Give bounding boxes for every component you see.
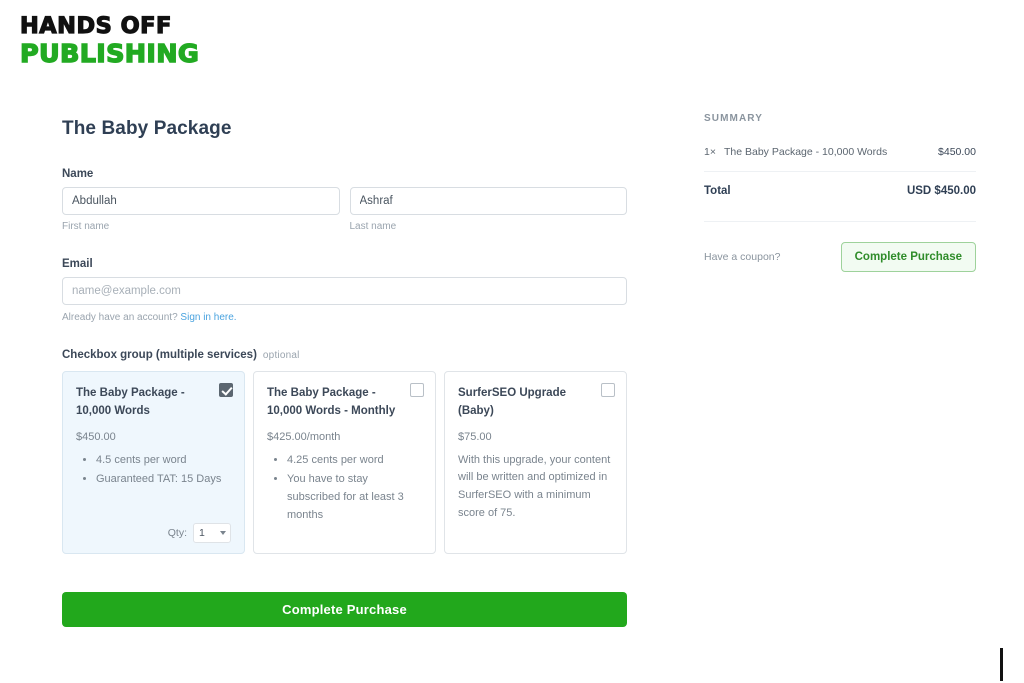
optional-tag: optional — [262, 350, 300, 361]
last-name-group: Last name — [349, 187, 627, 232]
logo-line-hands-off: HANDS OFF — [19, 14, 172, 39]
name-row: First name Last name — [62, 187, 627, 232]
checkbox-icon-unchecked[interactable] — [410, 383, 424, 397]
card-bullet-list: 4.5 cents per word Guaranteed TAT: 15 Da… — [76, 452, 231, 492]
email-label: Email — [62, 258, 93, 270]
card-title: The Baby Package - 10,000 Words — [76, 387, 185, 417]
summary-total-value: USD $450.00 — [906, 185, 976, 197]
summary-line-item: 1× The Baby Package - 10,000 Words $450.… — [704, 146, 976, 172]
list-item: 4.25 cents per word — [287, 452, 422, 470]
card-price: $425.00/month — [267, 430, 341, 443]
name-label: Name — [62, 168, 94, 180]
card-price: $450.00 — [76, 430, 116, 443]
checkbox-icon-checked[interactable] — [219, 383, 233, 397]
summary-item-amount: $450.00 — [938, 146, 976, 158]
checkout-form: The Baby Package Name First name Last na… — [62, 118, 627, 627]
first-name-input[interactable] — [62, 187, 340, 215]
sign-in-link[interactable]: Sign in here. — [180, 312, 236, 323]
list-item: Guaranteed TAT: 15 Days — [96, 471, 231, 489]
last-name-input[interactable] — [349, 187, 627, 215]
first-name-helper: First name — [62, 221, 110, 232]
logo-line-publishing: PUBLISHING — [19, 39, 200, 68]
complete-purchase-button[interactable]: Complete Purchase — [62, 592, 627, 627]
order-summary: SUMMARY 1× The Baby Package - 10,000 Wor… — [704, 113, 976, 272]
card-title: SurferSEO Upgrade (Baby) — [458, 387, 566, 417]
checkbox-icon-unchecked[interactable] — [601, 383, 615, 397]
list-item: You have to stay subscribed for at least… — [287, 471, 422, 524]
card-bullet-list: 4.25 cents per word You have to stay sub… — [267, 452, 422, 527]
site-logo[interactable]: HANDS OFF PUBLISHING — [19, 14, 200, 68]
signin-note: Already have an account? Sign in here. — [62, 312, 627, 323]
summary-item-qty: 1× — [704, 146, 716, 158]
quantity-select[interactable]: 1 — [193, 523, 231, 543]
first-name-group: First name — [62, 187, 340, 232]
summary-total-row: Total USD $450.00 — [704, 172, 976, 222]
checkout-page: HANDS OFF PUBLISHING The Baby Package Na… — [0, 0, 1024, 683]
card-price: $75.00 — [458, 430, 492, 443]
chevron-down-icon — [220, 531, 226, 535]
signin-note-text: Already have an account? — [62, 312, 178, 323]
service-card-baby-package[interactable]: The Baby Package - 10,000 Words $450.00 … — [62, 371, 245, 554]
quantity-row: Qty: 1 — [76, 511, 231, 543]
summary-heading: SUMMARY — [704, 113, 763, 124]
page-edge-marker — [1000, 648, 1003, 681]
list-item: 4.5 cents per word — [96, 452, 231, 470]
checkbox-group-label-text: Checkbox group (multiple services) — [62, 349, 257, 361]
summary-total-label: Total — [704, 185, 731, 197]
last-name-helper: Last name — [349, 221, 397, 232]
quantity-label: Qty: — [167, 527, 187, 539]
service-card-surferseo-upgrade[interactable]: SurferSEO Upgrade (Baby) $75.00 With thi… — [444, 371, 627, 554]
card-description: With this upgrade, your content will be … — [458, 453, 611, 520]
summary-item-left: 1× The Baby Package - 10,000 Words — [704, 146, 887, 158]
email-input[interactable] — [62, 277, 627, 305]
service-card-baby-package-monthly[interactable]: The Baby Package - 10,000 Words - Monthl… — [253, 371, 436, 554]
checkbox-group-label: Checkbox group (multiple services) option… — [62, 349, 627, 361]
service-card-list: The Baby Package - 10,000 Words $450.00 … — [62, 371, 627, 554]
page-title: The Baby Package — [62, 118, 232, 139]
summary-item-name: The Baby Package - 10,000 Words — [723, 146, 888, 158]
summary-complete-purchase-button[interactable]: Complete Purchase — [840, 242, 976, 272]
summary-footer: Have a coupon? Complete Purchase — [704, 242, 976, 272]
quantity-value: 1 — [199, 527, 205, 539]
coupon-link[interactable]: Have a coupon? — [704, 251, 780, 263]
card-title: The Baby Package - 10,000 Words - Monthl… — [267, 387, 396, 417]
